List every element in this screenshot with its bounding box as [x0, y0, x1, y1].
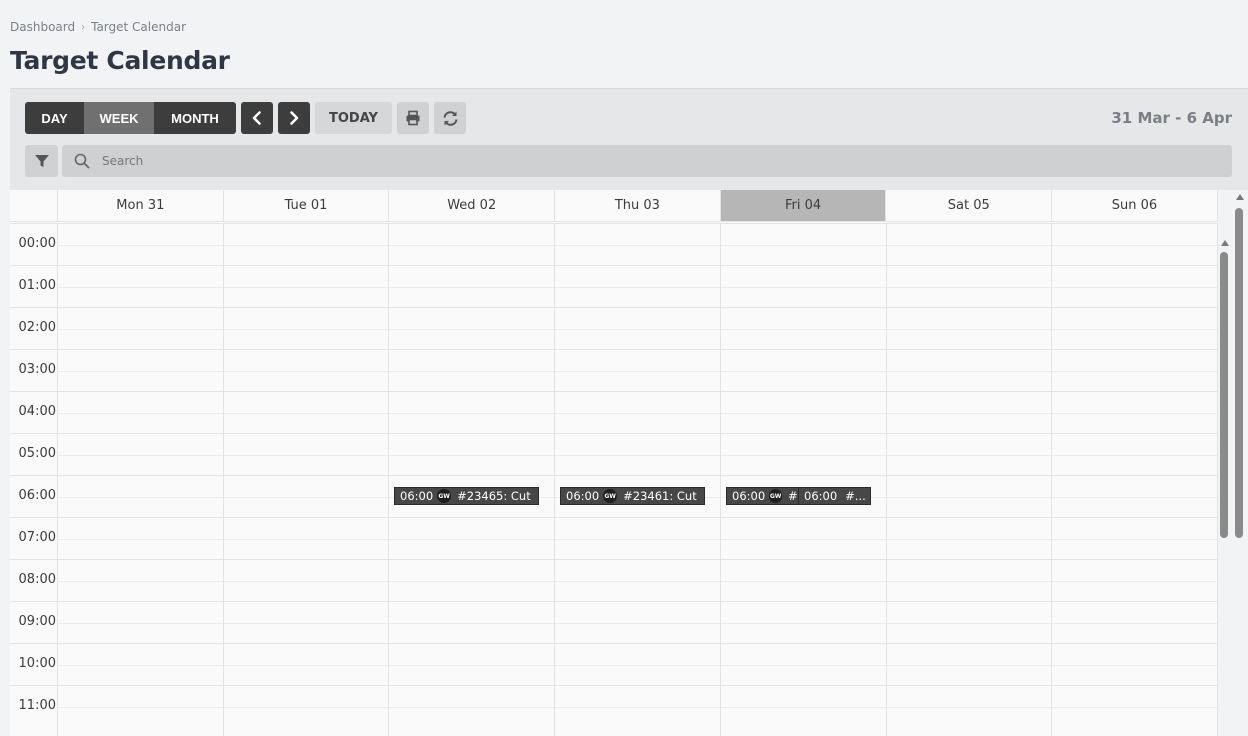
event-badge: GW: [437, 489, 452, 503]
refresh-button[interactable]: [434, 102, 466, 134]
calendar-scrollbar[interactable]: [1219, 236, 1231, 736]
hour-label: 04:00: [18, 404, 56, 419]
day-header-fri-today[interactable]: Fri 04: [720, 190, 887, 221]
column-divider: [57, 223, 58, 736]
day-header-wed[interactable]: Wed 02: [389, 190, 556, 221]
filter-icon: [34, 155, 49, 167]
day-header-thu[interactable]: Thu 03: [555, 190, 721, 221]
breadcrumb-current: Target Calendar: [91, 20, 187, 34]
hour-label: 10:00: [18, 656, 56, 671]
calendar-event[interactable]: 06:00 GW #2: [726, 487, 806, 505]
column-divider: [1217, 223, 1218, 736]
calendar-grid[interactable]: 00:00 01:00 02:00 03:00 04:00 05:00 06:0…: [10, 223, 1218, 736]
event-time: 06:00: [400, 489, 434, 503]
search-bar: [62, 145, 1232, 177]
event-badge: GW: [603, 489, 618, 503]
time-gutter-header: [10, 190, 58, 221]
column-divider: [223, 223, 224, 736]
hour-label: 08:00: [18, 572, 56, 587]
calendar-header: Mon 31 Tue 01 Wed 02 Thu 03 Fri 04 Sat 0…: [10, 190, 1218, 222]
month-view-button[interactable]: MONTH: [154, 102, 236, 134]
week-view-button[interactable]: WEEK: [84, 102, 154, 134]
date-range-label: 31 Mar - 6 Apr: [1111, 109, 1232, 127]
day-header-mon[interactable]: Mon 31: [58, 190, 224, 221]
view-switcher: DAY WEEK MONTH: [25, 102, 236, 134]
hour-label: 05:00: [18, 446, 56, 461]
column-divider: [886, 223, 887, 736]
week-calendar: Mon 31 Tue 01 Wed 02 Thu 03 Fri 04 Sat 0…: [10, 190, 1218, 736]
hour-label: 01:00: [18, 278, 56, 293]
hour-label: 02:00: [18, 320, 56, 335]
today-button[interactable]: TODAY: [315, 102, 392, 134]
breadcrumb-dashboard-link[interactable]: Dashboard: [10, 20, 75, 34]
refresh-icon: [443, 110, 457, 126]
event-badge: GW: [769, 489, 783, 503]
chevron-left-icon: [252, 111, 261, 125]
day-view-button[interactable]: DAY: [25, 102, 84, 134]
calendar-event[interactable]: 06:00 GW #23465: Cut: [394, 487, 539, 505]
day-header-sun[interactable]: Sun 06: [1052, 190, 1218, 221]
hour-label: 11:00: [18, 698, 56, 713]
chevron-right-icon: [290, 111, 299, 125]
column-divider: [1051, 223, 1052, 736]
hour-label: 06:00: [18, 488, 56, 503]
calendar-event[interactable]: 06:00 GW #23461: Cut: [560, 487, 705, 505]
hour-label: 00:00: [18, 236, 56, 251]
hour-label: 07:00: [18, 530, 56, 545]
hour-label: 09:00: [18, 614, 56, 629]
column-divider: [720, 223, 721, 736]
page-scrollbar[interactable]: [1234, 192, 1246, 736]
day-header-tue[interactable]: Tue 01: [224, 190, 390, 221]
previous-button[interactable]: [241, 102, 273, 134]
breadcrumb: Dashboard › Target Calendar: [10, 20, 186, 34]
event-title: #23465: Cut: [457, 489, 531, 503]
print-button[interactable]: [397, 102, 429, 134]
chevron-right-icon: ›: [81, 21, 86, 33]
column-divider: [388, 223, 389, 736]
event-time: 06:00: [566, 489, 600, 503]
scroll-up-icon[interactable]: [1236, 194, 1244, 200]
scrollbar-thumb[interactable]: [1220, 252, 1228, 538]
event-title: #...: [845, 489, 866, 503]
calendar-event[interactable]: 06:00 #...: [798, 487, 871, 505]
event-time: 06:00: [804, 489, 838, 503]
search-icon: [74, 153, 90, 169]
print-icon: [406, 110, 420, 126]
column-divider: [554, 223, 555, 736]
page-title: Target Calendar: [10, 46, 230, 75]
search-input[interactable]: [102, 154, 1102, 168]
calendar-toolbar: DAY WEEK MONTH TODAY 31 Mar - 6 Apr: [10, 88, 1248, 190]
hour-label: 03:00: [18, 362, 56, 377]
event-time: 06:00: [732, 489, 766, 503]
event-title: #23461: Cut: [623, 489, 697, 503]
next-button[interactable]: [278, 102, 310, 134]
day-header-sat[interactable]: Sat 05: [886, 190, 1053, 221]
scroll-up-icon[interactable]: [1221, 240, 1229, 246]
filter-button[interactable]: [25, 145, 58, 177]
scrollbar-thumb[interactable]: [1235, 208, 1243, 538]
